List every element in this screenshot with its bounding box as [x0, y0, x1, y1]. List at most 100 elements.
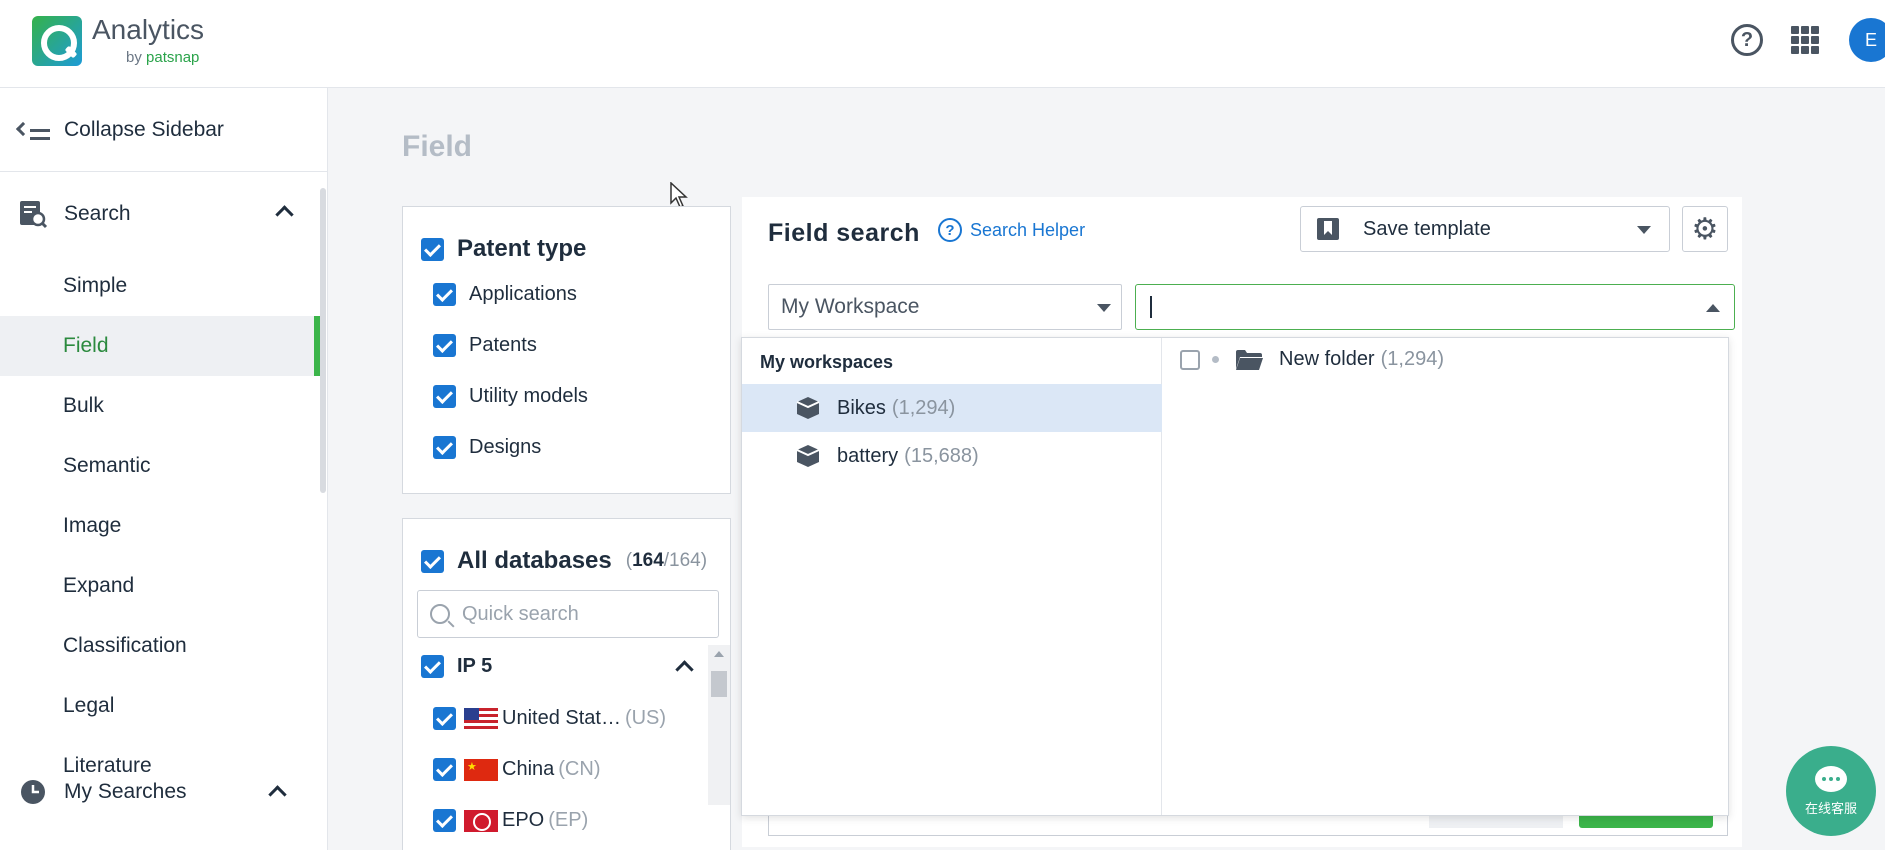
analytics-logo[interactable]: Analytics by patsnap	[32, 16, 204, 66]
option-checkbox[interactable]	[433, 283, 456, 306]
ip5-group-header[interactable]: IP 5	[421, 655, 693, 678]
text-cursor	[1150, 296, 1152, 318]
country-name: United Stat…	[502, 707, 621, 730]
sidebar: Collapse Sidebar Search SimpleFieldBulkS…	[0, 88, 328, 850]
sidebar-item-legal[interactable]: Legal	[0, 676, 320, 736]
clock-icon	[18, 777, 48, 807]
option-checkbox[interactable]	[433, 385, 456, 408]
workspace-count: (15,688)	[904, 445, 979, 468]
sidebar-scrollbar[interactable]	[320, 188, 326, 493]
country-checkbox[interactable]	[433, 758, 456, 781]
sidebar-section-my-searches[interactable]: My Searches	[0, 762, 320, 822]
country-code: (EP)	[548, 809, 588, 832]
collapse-sidebar-button[interactable]: Collapse Sidebar	[0, 88, 327, 172]
workspace-name: battery	[837, 445, 898, 468]
help-icon[interactable]: ?	[1731, 24, 1763, 56]
workspace-count: (1,294)	[892, 397, 955, 420]
workspace-item[interactable]: Bikes (1,294)	[742, 384, 1162, 432]
sidebar-item-field[interactable]: Field	[0, 316, 320, 376]
flag-cn-icon	[464, 759, 498, 781]
ip5-checkbox[interactable]	[421, 655, 444, 678]
sidebar-item-simple[interactable]: Simple	[0, 256, 320, 316]
quick-search-input[interactable]: Quick search	[417, 590, 719, 638]
field-search-title: Field search	[768, 219, 920, 248]
chevron-up-icon[interactable]	[275, 205, 293, 223]
sidebar-section-search[interactable]: Search	[0, 172, 327, 256]
country-code: (CN)	[558, 758, 600, 781]
workspace-item[interactable]: battery (15,688)	[742, 432, 1162, 480]
logo-icon	[32, 16, 82, 66]
online-support-button[interactable]: 在线客服	[1786, 746, 1876, 836]
user-avatar[interactable]: E	[1849, 18, 1885, 62]
database-country-row[interactable]: China(CN)	[433, 758, 600, 781]
country-code: (US)	[625, 707, 666, 730]
apps-grid-icon[interactable]	[1791, 26, 1819, 54]
database-count: (164/164)	[626, 550, 707, 572]
workspace-icon	[795, 395, 821, 421]
search-section-icon	[18, 199, 48, 229]
option-label: Utility models	[469, 385, 588, 408]
collapse-sidebar-label: Collapse Sidebar	[64, 118, 224, 142]
search-helper-link[interactable]: ? Search Helper	[938, 218, 1085, 242]
online-support-label: 在线客服	[1805, 798, 1857, 817]
database-list-scrollbar[interactable]	[708, 645, 730, 805]
chevron-up-icon[interactable]	[268, 785, 286, 803]
patent-type-panel: Patent type Applications Patents Utility m…	[402, 206, 731, 494]
caret-down-icon[interactable]	[1637, 226, 1651, 234]
country-checkbox[interactable]	[433, 809, 456, 832]
patent-type-checkbox[interactable]	[421, 238, 444, 261]
search-icon	[430, 604, 450, 624]
logo-title: Analytics	[92, 16, 204, 44]
page-title: Field	[402, 130, 472, 164]
sidebar-item-bulk[interactable]: Bulk	[0, 376, 320, 436]
country-checkbox[interactable]	[433, 707, 456, 730]
folder-checkbox[interactable]	[1180, 350, 1200, 370]
sidebar-item-semantic[interactable]: Semantic	[0, 436, 320, 496]
folder-search-input[interactable]	[1135, 284, 1735, 330]
flag-us-icon	[464, 708, 498, 730]
chat-bubble-icon	[1815, 766, 1847, 792]
search-helper-label: Search Helper	[970, 220, 1085, 241]
workspace-icon	[795, 443, 821, 469]
workspace-select[interactable]: My Workspace	[768, 284, 1122, 330]
all-databases-header[interactable]: All databases (164/164)	[421, 547, 707, 575]
gear-icon: ⚙	[1692, 212, 1719, 247]
flag-ep-icon	[464, 810, 498, 832]
option-checkbox[interactable]	[433, 436, 456, 459]
ip5-label: IP 5	[457, 655, 492, 678]
workspace-list: My workspaces Bikes (1,294) battery (15,688…	[742, 338, 1162, 815]
sidebar-item-expand[interactable]: Expand	[0, 556, 320, 616]
patent-type-heading: Patent type	[457, 235, 586, 263]
caret-down-icon	[1097, 304, 1111, 312]
patent-type-header[interactable]: Patent type	[421, 235, 586, 263]
workspace-name: Bikes	[837, 397, 886, 420]
question-icon: ?	[938, 218, 962, 242]
option-checkbox[interactable]	[433, 334, 456, 357]
save-template-button[interactable]: Save template	[1300, 206, 1670, 252]
all-databases-checkbox[interactable]	[421, 550, 444, 573]
top-bar: Analytics by patsnap ? E	[0, 0, 1885, 88]
database-country-row[interactable]: United Stat…(US)	[433, 707, 666, 730]
all-databases-heading: All databases	[457, 547, 612, 575]
database-country-row[interactable]: EPO(EP)	[433, 809, 588, 832]
patent-type-option[interactable]: Utility models	[433, 385, 588, 408]
caret-up-icon[interactable]	[1706, 304, 1720, 312]
workspaces-heading: My workspaces	[760, 352, 893, 373]
bookmark-icon	[1317, 218, 1339, 240]
sidebar-section-search-label: Search	[64, 202, 131, 226]
quick-search-placeholder: Quick search	[462, 603, 579, 626]
bullet-icon	[1212, 356, 1219, 363]
workspace-select-value: My Workspace	[781, 295, 919, 319]
logo-subtitle: by patsnap	[126, 50, 204, 65]
sidebar-section-my-searches-label: My Searches	[64, 780, 187, 804]
sidebar-item-image[interactable]: Image	[0, 496, 320, 556]
patent-type-option[interactable]: Designs	[433, 436, 541, 459]
folder-item[interactable]: New folder(1,294)	[1180, 348, 1444, 371]
patent-type-option[interactable]: Applications	[433, 283, 577, 306]
country-name: EPO	[502, 809, 544, 832]
settings-button[interactable]: ⚙	[1682, 206, 1728, 252]
patent-type-option[interactable]: Patents	[433, 334, 537, 357]
sidebar-item-classification[interactable]: Classification	[0, 616, 320, 676]
collapse-sidebar-icon	[18, 119, 50, 141]
chevron-up-icon[interactable]	[675, 660, 693, 678]
